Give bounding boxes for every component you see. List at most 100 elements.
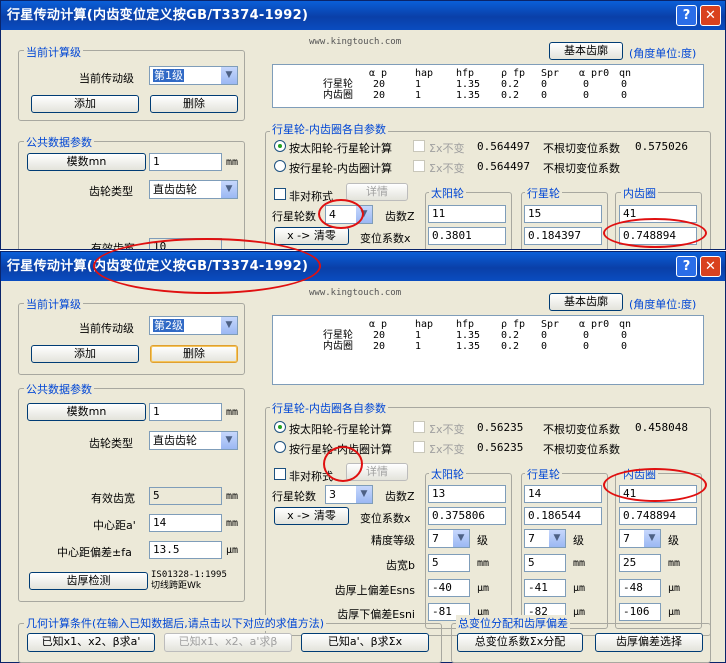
nonstd-checkbox[interactable] xyxy=(274,188,286,200)
thickness-check-button[interactable]: 齿厚检测 xyxy=(29,572,148,590)
radio-planet-ring-label: 按行星轮-内齿圈计算 xyxy=(289,162,392,175)
shift-planet-input[interactable]: 0.186544 xyxy=(524,507,602,525)
center-dist-input[interactable]: 14 xyxy=(149,514,222,532)
accuracy-planet-select[interactable]: 7 ▼ xyxy=(524,529,566,548)
center-dist-unit: mm xyxy=(226,518,239,529)
cell: 1 xyxy=(415,90,422,101)
add-button[interactable]: 添加 xyxy=(31,345,139,363)
stage-select[interactable]: 第2级 ▼ xyxy=(149,316,238,335)
radio-planet-ring[interactable] xyxy=(274,441,286,453)
planet-column-label: 行星轮 xyxy=(525,185,562,201)
nonstd-checkbox[interactable] xyxy=(274,468,286,480)
x-clear-button[interactable]: x -> 清零 xyxy=(274,227,349,245)
sumx-value-sun: 0.564497 xyxy=(477,140,530,153)
radio-planet-ring[interactable] xyxy=(274,160,286,172)
stage-select[interactable]: 第1级 ▼ xyxy=(149,66,238,85)
sumx-value-ring: 0.564497 xyxy=(477,160,530,173)
solve-sum-x-button[interactable]: 已知a'、β求Σx xyxy=(301,633,429,652)
basic-profile-button[interactable]: 基本齿廓 xyxy=(549,293,623,311)
shift-ring-input[interactable]: 0.748894 xyxy=(619,507,697,525)
teeth-planet-input[interactable]: 14 xyxy=(524,485,602,503)
teeth-ring-input[interactable]: 41 xyxy=(619,205,697,223)
upper-dev-ring-input[interactable]: -48 xyxy=(619,579,661,597)
center-dev-input[interactable]: 13.5 xyxy=(149,541,222,559)
geometry-group-label: 几何计算条件(在输入已知数据后,请点击以下对应的求值方法) xyxy=(24,615,327,631)
standard-text: IS01328-1:1995 xyxy=(151,570,227,580)
detail-button[interactable]: 详情 xyxy=(346,183,408,201)
total-shift-alloc-button[interactable]: 总变位系数Σx分配 xyxy=(457,633,583,652)
face-width-planet-input[interactable]: 5 xyxy=(524,554,566,572)
upper-dev-sun-input[interactable]: -40 xyxy=(428,579,470,597)
angle-unit-label: (角度单位:度) xyxy=(629,47,697,60)
cell: 0 xyxy=(583,341,590,352)
teeth-sun-input[interactable]: 13 xyxy=(428,485,506,503)
current-stage-group xyxy=(18,303,245,375)
center-dev-label: 中心距偏差±fa xyxy=(57,546,132,559)
nonstd-label: 非对称式 xyxy=(289,190,333,203)
lower-dev-ring-input[interactable]: -106 xyxy=(619,603,661,621)
radio-sun-planet-label: 按太阳轮-行星轮计算 xyxy=(289,423,392,436)
eff-width-input: 10 xyxy=(149,238,222,249)
row-planet-name: 行星轮 xyxy=(323,79,353,90)
shift-ring-input[interactable]: 0.748894 xyxy=(619,227,697,245)
module-button[interactable]: 模数mn xyxy=(27,403,146,421)
sumx-label-ring: Σx不变 xyxy=(429,443,465,456)
x-clear-button[interactable]: x -> 清零 xyxy=(274,507,349,525)
sumx-value-sun: 0.56235 xyxy=(477,421,524,434)
title-bar[interactable]: 行星传动计算(内齿变位定义按GB/T3374-1992) xyxy=(1,252,725,281)
accuracy-label: 精度等级 xyxy=(371,534,415,547)
close-button[interactable]: ✕ xyxy=(700,5,721,26)
gear-type-select[interactable]: 直齿齿轮 ▼ xyxy=(149,180,238,199)
shift-sun-input[interactable]: 0.375806 xyxy=(428,507,506,525)
basic-profile-button[interactable]: 基本齿廓 xyxy=(549,42,623,60)
th-hap: hap xyxy=(415,319,434,330)
face-width-sun-input[interactable]: 5 xyxy=(428,554,470,572)
grade-unit: 级 xyxy=(668,534,679,547)
thickness-dev-select-button[interactable]: 齿厚偏差选择 xyxy=(595,633,703,652)
planet-count-select[interactable]: 4 ▼ xyxy=(325,205,373,224)
teeth-planet-input[interactable]: 15 xyxy=(524,205,602,223)
detail-button[interactable]: 详情 xyxy=(346,463,408,481)
radio-sun-planet[interactable] xyxy=(274,421,286,433)
sumx-checkbox-sun[interactable] xyxy=(413,421,425,433)
undercut-label-2: 不根切变位系数 xyxy=(543,162,620,175)
gear-type-label: 齿轮类型 xyxy=(89,185,133,198)
teeth-sun-input[interactable]: 11 xyxy=(428,205,506,223)
accuracy-sun-select[interactable]: 7 ▼ xyxy=(428,529,470,548)
solve-helix-angle-button[interactable]: 已知x1、x2、a'求β xyxy=(164,633,292,652)
radio-sun-planet[interactable] xyxy=(274,140,286,152)
module-input[interactable]: 1 xyxy=(149,403,222,421)
face-width-label: 齿宽b xyxy=(386,559,415,572)
center-dev-unit: μm xyxy=(226,545,239,556)
solve-center-distance-button[interactable]: 已知x1、x2、β求a' xyxy=(27,633,155,652)
shift-planet-input[interactable]: 0.184397 xyxy=(524,227,602,245)
module-input[interactable]: 1 xyxy=(149,153,222,171)
cell: 1.35 xyxy=(456,90,481,101)
chevron-down-icon: ▼ xyxy=(220,432,237,449)
sumx-checkbox-ring[interactable] xyxy=(413,160,425,172)
cell: 0 xyxy=(621,341,628,352)
th-alpha-pr0: α pr0 xyxy=(579,68,610,79)
add-button[interactable]: 添加 xyxy=(31,95,139,113)
upper-dev-planet-input[interactable]: -41 xyxy=(524,579,566,597)
help-button[interactable]: ? xyxy=(676,256,697,277)
gear-type-select[interactable]: 直齿齿轮 ▼ xyxy=(149,431,238,450)
teeth-ring-input[interactable]: 41 xyxy=(619,485,697,503)
face-width-ring-input[interactable]: 25 xyxy=(619,554,661,572)
accuracy-ring-select[interactable]: 7 ▼ xyxy=(619,529,661,548)
help-button[interactable]: ? xyxy=(676,5,697,26)
gear-type-label: 齿轮类型 xyxy=(89,437,133,450)
delete-button[interactable]: 删除 xyxy=(150,95,238,113)
tangent-span-text: 切线跨距Wk xyxy=(151,581,202,591)
close-button[interactable]: ✕ xyxy=(700,256,721,277)
sumx-checkbox-ring[interactable] xyxy=(413,441,425,453)
title-bar[interactable]: 行星传动计算(内齿变位定义按GB/T3374-1992) xyxy=(1,1,725,30)
sumx-checkbox-sun[interactable] xyxy=(413,140,425,152)
cell: 0.2 xyxy=(501,330,520,341)
planet-count-select[interactable]: 3 ▼ xyxy=(325,485,373,504)
delete-button[interactable]: 删除 xyxy=(150,345,238,363)
teeth-label: 齿数Z xyxy=(385,210,415,223)
shift-sun-input[interactable]: 0.3801 xyxy=(428,227,506,245)
module-button[interactable]: 模数mn xyxy=(27,153,146,171)
th-rho-fp: ρ fp xyxy=(501,68,526,79)
